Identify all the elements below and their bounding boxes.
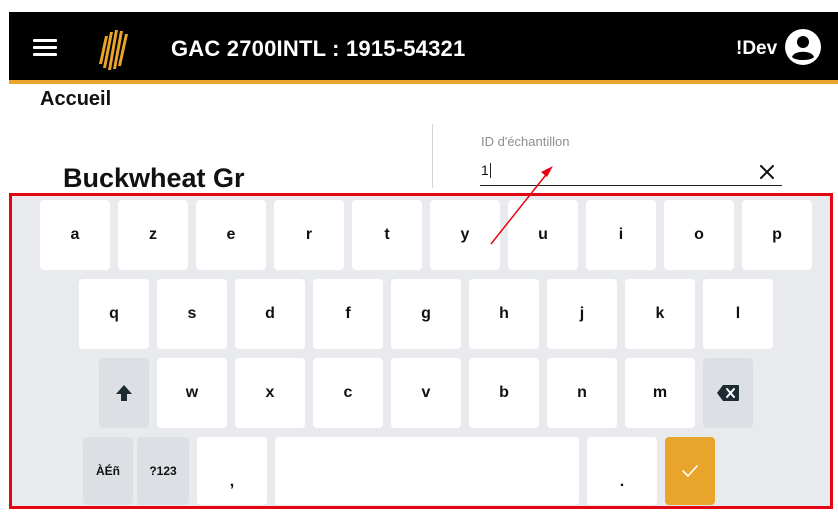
app-header: GAC 2700INTL : 1915-54321 !Dev <box>9 12 838 84</box>
app-title: GAC 2700INTL : 1915-54321 <box>171 36 466 61</box>
backspace-icon <box>717 385 739 401</box>
key-p[interactable]: p <box>742 200 812 270</box>
key-i[interactable]: i <box>586 200 656 270</box>
space-key[interactable] <box>275 437 579 505</box>
key-k[interactable]: k <box>625 279 695 349</box>
comma-key[interactable]: , <box>197 437 267 505</box>
key-n[interactable]: n <box>547 358 617 428</box>
column-divider <box>432 124 433 188</box>
user-label: !Dev <box>736 38 778 59</box>
key-v[interactable]: v <box>391 358 461 428</box>
clear-input-button[interactable] <box>757 160 777 184</box>
key-a[interactable]: a <box>40 200 110 270</box>
accents-key[interactable]: ÀÉñ <box>83 437 133 505</box>
menu-icon[interactable] <box>33 39 57 57</box>
header-accent-line <box>9 80 838 84</box>
key-c[interactable]: c <box>313 358 383 428</box>
period-key[interactable]: . <box>587 437 657 505</box>
checkmark-icon <box>682 465 698 477</box>
account-circle-icon[interactable] <box>784 28 822 66</box>
key-b[interactable]: b <box>469 358 539 428</box>
sample-id-input[interactable] <box>480 158 782 186</box>
symbols-key[interactable]: ?123 <box>137 437 189 505</box>
sample-id-value: 1 <box>481 162 489 178</box>
key-f[interactable]: f <box>313 279 383 349</box>
text-caret <box>490 163 491 178</box>
on-screen-keyboard: a z e r t y u i o p q s d f g h j k l w … <box>9 193 833 509</box>
key-z[interactable]: z <box>118 200 188 270</box>
key-o[interactable]: o <box>664 200 734 270</box>
key-m[interactable]: m <box>625 358 695 428</box>
key-e[interactable]: e <box>196 200 266 270</box>
breadcrumb[interactable]: Accueil <box>40 88 111 111</box>
key-y[interactable]: y <box>430 200 500 270</box>
key-s[interactable]: s <box>157 279 227 349</box>
key-l[interactable]: l <box>703 279 773 349</box>
key-x[interactable]: x <box>235 358 305 428</box>
brand-logo-icon <box>99 30 128 70</box>
close-icon <box>760 165 774 179</box>
key-r[interactable]: r <box>274 200 344 270</box>
key-d[interactable]: d <box>235 279 305 349</box>
key-t[interactable]: t <box>352 200 422 270</box>
key-q[interactable]: q <box>79 279 149 349</box>
sample-id-label: ID d'échantillon <box>481 134 570 149</box>
enter-key[interactable] <box>665 437 715 505</box>
product-name: Buckwheat Gr <box>63 163 245 193</box>
backspace-key[interactable] <box>703 358 753 428</box>
shift-up-arrow-icon <box>116 385 132 401</box>
key-g[interactable]: g <box>391 279 461 349</box>
key-w[interactable]: w <box>157 358 227 428</box>
key-u[interactable]: u <box>508 200 578 270</box>
key-h[interactable]: h <box>469 279 539 349</box>
key-j[interactable]: j <box>547 279 617 349</box>
shift-key[interactable] <box>99 358 149 428</box>
